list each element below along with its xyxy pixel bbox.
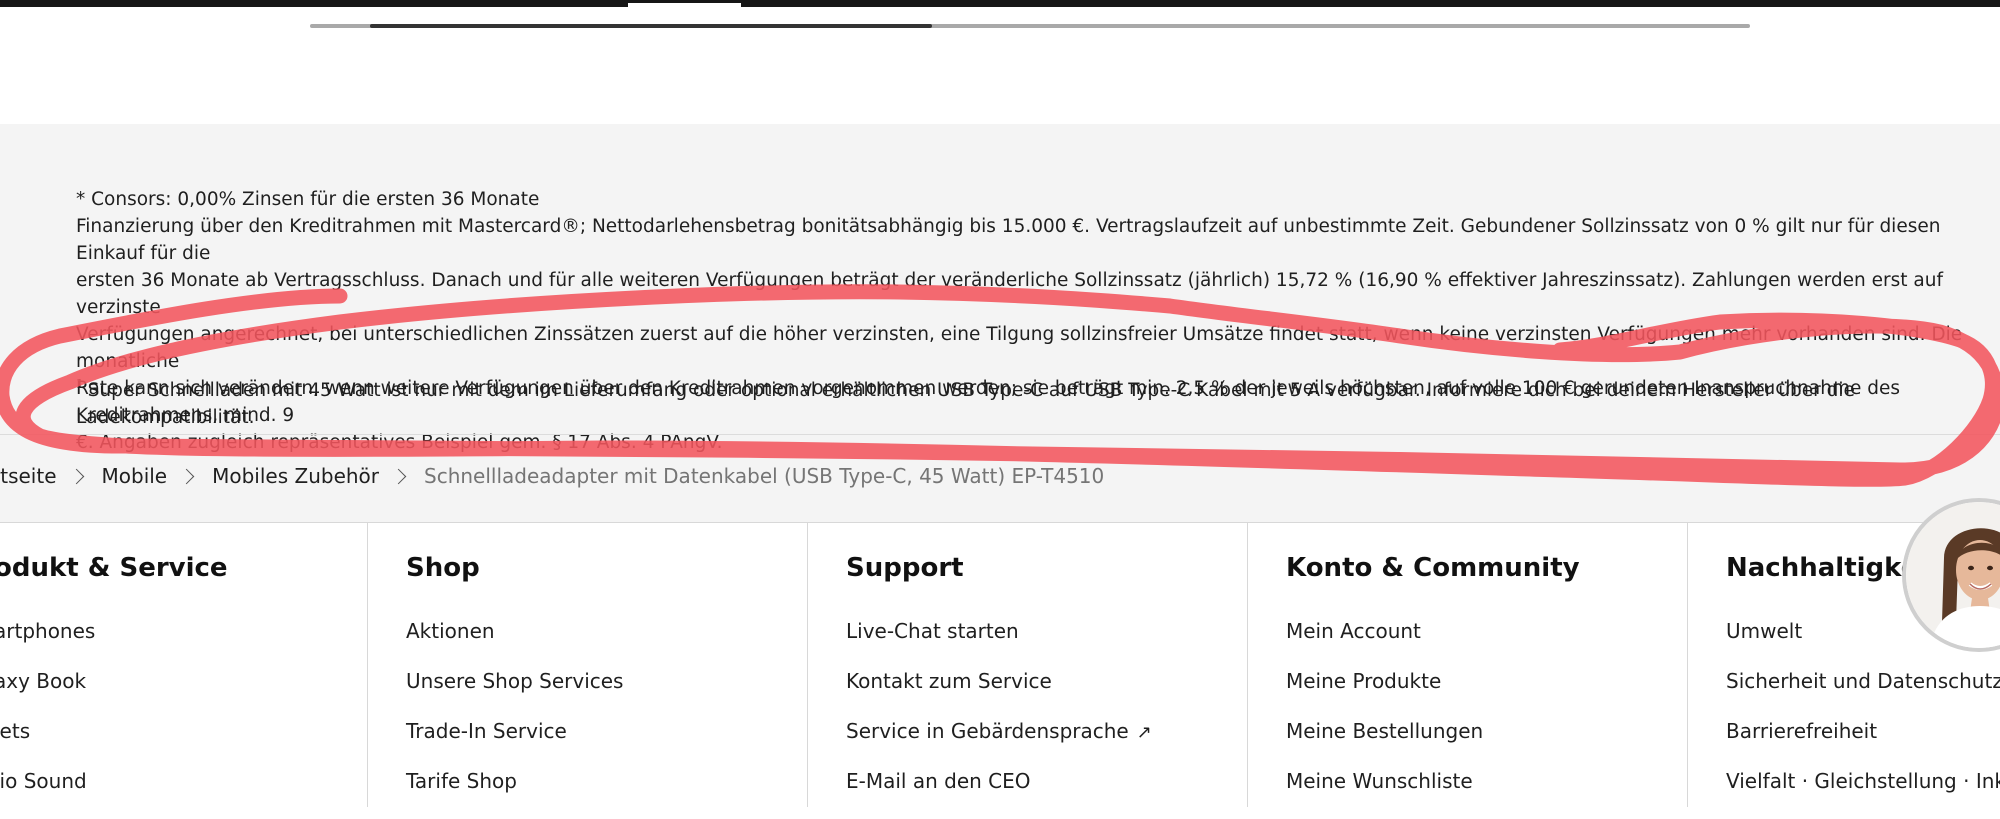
disclaimer-line: Verfügungen angerechnet, bei unterschied…	[76, 324, 1963, 372]
footer-link[interactable]: Unsere Shop Services	[406, 669, 623, 719]
footnote-marker: 1	[76, 377, 84, 391]
carousel-progress-fill	[370, 24, 932, 28]
browser-top-bar	[0, 0, 2000, 7]
footer-column-product-service: odukt & Service artphones axy Book lets …	[0, 523, 367, 807]
disclaimer-line: ersten 36 Monate ab Vertragsschluss. Dan…	[76, 270, 1943, 318]
breadcrumb-item-home[interactable]: rtseite	[0, 464, 57, 488]
footer-link[interactable]: Live-Chat starten	[846, 619, 1152, 669]
footer-link[interactable]: Aktionen	[406, 619, 623, 669]
footer-link[interactable]: axy Book	[0, 669, 95, 719]
active-tab-indicator	[628, 3, 741, 7]
footer-column-account-community: Konto & Community Mein Account Meine Pro…	[1247, 523, 1688, 807]
footer-link[interactable]: Meine Bestellungen	[1286, 719, 1483, 769]
footer-column-support: Support Live-Chat starten Kontakt zum Se…	[807, 523, 1248, 807]
arrow-up-right-icon: ↗	[1136, 722, 1152, 743]
footer-column-title: Konto & Community	[1286, 553, 1580, 583]
footer-link[interactable]: artphones	[0, 619, 95, 669]
footer-link[interactable]: Trade-In Service	[406, 719, 623, 769]
section-divider	[0, 434, 2000, 435]
footer-link[interactable]: Barrierefreiheit	[1726, 719, 2000, 769]
site-footer: odukt & Service artphones axy Book lets …	[0, 522, 2000, 807]
footer-column-title: Support	[846, 553, 964, 583]
footer-link[interactable]: E-Mail an den CEO	[846, 769, 1152, 819]
footer-link[interactable]: Meine Produkte	[1286, 669, 1483, 719]
footer-link[interactable]: Sicherheit und Datenschutz	[1726, 669, 2000, 719]
footer-link[interactable]: Meine Wunschliste	[1286, 769, 1483, 819]
chevron-right-icon	[390, 468, 407, 484]
footnote-text: Super Schnellladen mit 45 Watt ist nur m…	[76, 380, 1855, 428]
chevron-right-icon	[178, 468, 195, 484]
carousel-progress-track[interactable]	[310, 24, 1750, 28]
disclaimer-line: Finanzierung über den Kreditrahmen mit M…	[76, 216, 1941, 264]
footer-link[interactable]: lio Sound	[0, 769, 95, 819]
disclaimer-line: * Consors: 0,00% Zinsen für die ersten 3…	[76, 189, 540, 210]
footer-link-sign-language[interactable]: Service in Gebärdensprache ↗	[846, 719, 1152, 769]
footer-link-label: Service in Gebärdensprache	[846, 719, 1129, 743]
breadcrumb-item-mobile-accessories[interactable]: Mobiles Zubehör	[212, 464, 379, 488]
footer-link[interactable]: Tarife Shop	[406, 769, 623, 819]
footer-column-title: Shop	[406, 553, 480, 583]
footer-column-shop: Shop Aktionen Unsere Shop Services Trade…	[367, 523, 808, 807]
footer-column-title: odukt & Service	[0, 553, 228, 583]
footer-link[interactable]: lets	[0, 719, 95, 769]
breadcrumb-current-page: Schnellladeadapter mit Datenkabel (USB T…	[424, 464, 1105, 488]
footer-link[interactable]: Kontakt zum Service	[846, 669, 1152, 719]
breadcrumb-item-mobile[interactable]: Mobile	[102, 464, 168, 488]
chevron-right-icon	[68, 468, 84, 484]
footer-link[interactable]: Mein Account	[1286, 619, 1483, 669]
charging-footnote: 1 Super Schnellladen mit 45 Watt ist nur …	[76, 371, 1966, 431]
breadcrumb: rtseite Mobile Mobiles Zubehör Schnellla…	[0, 460, 1104, 492]
footer-link[interactable]: Vielfalt · Gleichstellung · Inklu	[1726, 769, 2000, 819]
